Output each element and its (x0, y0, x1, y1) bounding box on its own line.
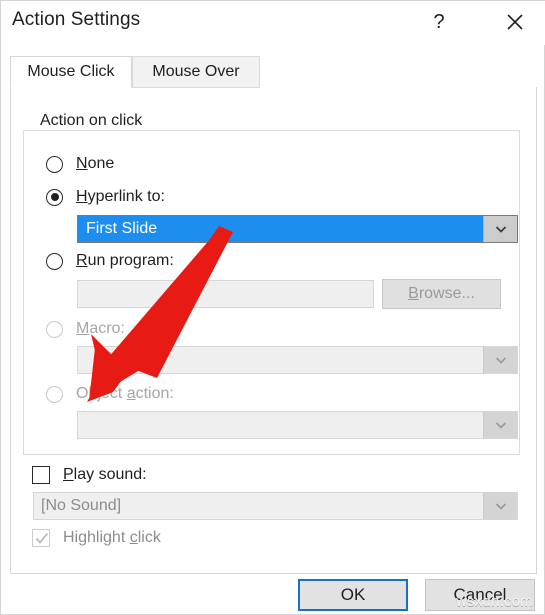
radio-hyperlink-to[interactable] (46, 188, 63, 206)
browse-button-label: Browse... (408, 285, 475, 302)
chevron-down-icon (483, 412, 517, 438)
tab-mouse-over-label: Mouse Over (152, 63, 240, 80)
radio-object-action (46, 385, 63, 403)
run-program-input[interactable] (77, 280, 374, 308)
radio-row-none[interactable]: None (46, 153, 114, 175)
chevron-down-icon (483, 347, 517, 373)
play-sound-checkbox-row[interactable]: Play sound: (32, 464, 147, 486)
highlight-click-label: Highlight click (63, 529, 161, 546)
radio-run-macro-label: Macro: (76, 320, 125, 337)
run-macro-value (78, 347, 483, 373)
radio-row-run-macro: Macro: (46, 318, 125, 340)
play-sound-checkbox[interactable] (32, 466, 50, 484)
radio-none[interactable] (46, 155, 63, 173)
sound-value: [No Sound] (34, 493, 483, 519)
radio-row-hyperlink-to[interactable]: Hyperlink to: (46, 186, 165, 208)
sound-combobox: [No Sound] (33, 492, 518, 520)
highlight-click-checkbox-row: Highlight click (32, 527, 161, 549)
ok-button-label: OK (340, 585, 366, 604)
radio-run-macro (46, 320, 63, 338)
tab-mouse-click-label: Mouse Click (27, 63, 115, 80)
action-on-click-legend: Action on click (34, 112, 149, 130)
chevron-down-icon (483, 493, 517, 519)
tab-mouse-over[interactable]: Mouse Over (132, 56, 260, 88)
title-bar: Action Settings ? (1, 1, 545, 45)
tab-mouse-click[interactable]: Mouse Click (10, 56, 132, 88)
radio-run-program-label: Run program: (76, 252, 174, 269)
browse-button[interactable]: Browse... (382, 279, 501, 309)
radio-none-label: None (76, 155, 115, 172)
chevron-down-icon[interactable] (483, 216, 517, 242)
radio-run-program[interactable] (46, 252, 63, 270)
run-macro-combobox (77, 346, 518, 374)
close-icon[interactable] (493, 4, 537, 40)
highlight-click-checkbox (32, 529, 50, 547)
play-sound-label: Play sound: (63, 466, 147, 483)
object-action-combobox (77, 411, 518, 439)
watermark: wsxdn.com (456, 593, 533, 610)
action-settings-dialog: Action Settings ? Mouse Click Mouse Over… (0, 0, 545, 615)
object-action-value (78, 412, 483, 438)
radio-hyperlink-to-label: Hyperlink to: (76, 188, 165, 205)
hyperlink-target-combobox[interactable]: First Slide (77, 215, 518, 243)
radio-row-run-program[interactable]: Run program: (46, 250, 174, 272)
ok-button[interactable]: OK (298, 579, 408, 611)
tab-strip: Mouse Click Mouse Over (10, 56, 537, 88)
radio-row-object-action: Object action: (46, 383, 174, 405)
radio-object-action-label: Object action: (76, 385, 174, 402)
hyperlink-target-value: First Slide (78, 216, 483, 242)
window-title: Action Settings (12, 9, 141, 30)
help-icon[interactable]: ? (417, 4, 461, 40)
checkmark-icon (35, 532, 49, 544)
